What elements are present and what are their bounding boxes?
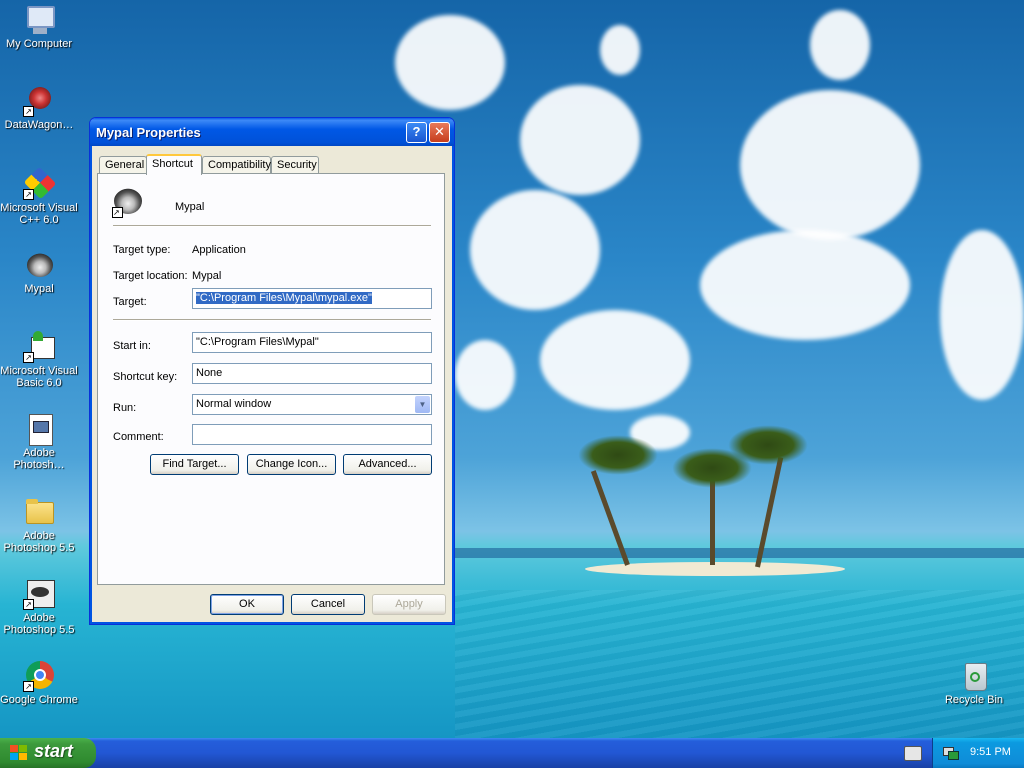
desktop-icon-label: Google Chrome — [0, 694, 78, 706]
visual-cpp-icon: ↗ — [23, 166, 57, 200]
start-label: start — [34, 741, 74, 761]
target-label: Target: — [113, 296, 147, 308]
target-type-label: Target type: — [113, 244, 171, 256]
desktop-icon-label: Adobe Photosh… — [13, 447, 65, 471]
desktop-icon-mypal[interactable]: Mypal — [0, 249, 79, 295]
cloud — [455, 340, 515, 410]
chevron-down-icon[interactable]: ▼ — [415, 396, 430, 413]
cloud — [520, 85, 640, 195]
palm-leaves — [578, 435, 658, 475]
target-location-value: Mypal — [192, 270, 222, 282]
separator — [113, 225, 431, 227]
desktop-icon-visual-cpp[interactable]: ↗ Microsoft Visual C++ 6.0 — [0, 166, 79, 226]
windows-logo-icon — [10, 745, 28, 761]
desktop-icon-label: Microsoft Visual Basic 6.0 — [0, 365, 78, 389]
shortcut-panel: ↗ Mypal Target type: Application Target … — [97, 173, 445, 585]
tab-general[interactable]: General — [99, 156, 147, 174]
tab-compatibility[interactable]: Compatibility — [202, 156, 271, 174]
desktop-icon-photoshop-folder[interactable]: Adobe Photoshop 5.5 — [0, 496, 79, 554]
shortcut-arrow-icon: ↗ — [23, 599, 34, 610]
cloud — [740, 90, 920, 240]
cloud — [810, 10, 870, 80]
desktop-icon-photoshop[interactable]: ↗ Adobe Photoshop 5.5 — [0, 578, 79, 636]
run-select-value: Normal window — [196, 398, 272, 410]
shortcut-arrow-icon: ↗ — [23, 106, 34, 117]
comment-field[interactable] — [192, 424, 432, 445]
title-bar[interactable]: Mypal Properties ? ✕ — [90, 118, 454, 146]
shortcut-key-field[interactable]: None — [192, 363, 432, 384]
target-field[interactable]: "C:\Program Files\Mypal\mypal.exe" — [192, 288, 432, 309]
desktop-icon-label: Microsoft Visual C++ 6.0 — [0, 202, 78, 226]
advanced-button[interactable]: Advanced... — [343, 454, 432, 475]
desktop-icon-label: Adobe Photoshop 5.5 — [3, 612, 75, 636]
shortcut-key-label: Shortcut key: — [113, 371, 178, 383]
tab-security[interactable]: Security — [271, 156, 319, 174]
shortcut-arrow-icon: ↗ — [23, 352, 34, 363]
run-select[interactable]: Normal window ▼ — [192, 394, 432, 415]
raccoon-icon: ↗ — [112, 186, 144, 218]
computer-icon — [23, 4, 55, 36]
datawagon-icon: ↗ — [23, 85, 55, 117]
cloud — [940, 230, 1024, 400]
raccoon-icon — [23, 249, 55, 281]
window-title: Mypal Properties — [96, 125, 201, 140]
ok-button[interactable]: OK — [210, 594, 284, 615]
desktop-icon-label: Mypal — [24, 283, 54, 295]
desktop-icon-my-computer[interactable]: My Computer — [0, 4, 79, 50]
network-icon[interactable] — [943, 745, 959, 760]
find-target-button[interactable]: Find Target... — [150, 454, 239, 475]
target-type-value: Application — [192, 244, 246, 256]
keyboard-icon[interactable] — [904, 746, 922, 761]
desktop: My Computer ↗ DataWagon… ↗ Microsoft Vis… — [0, 0, 1024, 738]
close-button[interactable]: ✕ — [429, 122, 450, 143]
desktop-icon-label: DataWagon… — [4, 119, 74, 131]
run-label: Run: — [113, 402, 137, 414]
target-value: "C:\Program Files\Mypal\mypal.exe" — [196, 292, 372, 304]
desktop-icon-label: Recycle Bin — [944, 694, 1004, 706]
tab-shortcut[interactable]: Shortcut — [146, 154, 202, 175]
visual-basic-icon: ↗ — [23, 331, 55, 363]
chrome-icon: ↗ — [23, 660, 55, 692]
shortcut-name: Mypal — [175, 201, 205, 213]
clock[interactable]: 9:51 PM — [970, 746, 1011, 758]
cancel-button[interactable]: Cancel — [291, 594, 365, 615]
folder-icon — [23, 496, 55, 528]
system-tray: 9:51 PM — [932, 738, 1024, 768]
horizon — [455, 548, 1024, 558]
desktop-icon-datawagon[interactable]: ↗ DataWagon… — [0, 85, 79, 131]
photoshop-eye-icon: ↗ — [23, 578, 55, 610]
desktop-icon-google-chrome[interactable]: ↗ Google Chrome — [0, 660, 79, 706]
target-location-label: Target location: — [113, 270, 188, 282]
cloud — [600, 25, 640, 75]
recycle-bin-icon — [958, 660, 990, 692]
cloud — [470, 190, 600, 310]
apply-button[interactable]: Apply — [372, 594, 446, 615]
start-in-field[interactable]: "C:\Program Files\Mypal" — [192, 332, 432, 353]
desktop-icon-visual-basic[interactable]: ↗ Microsoft Visual Basic 6.0 — [0, 331, 79, 389]
palm-leaves — [728, 425, 808, 465]
shortcut-arrow-icon: ↗ — [112, 207, 123, 218]
comment-label: Comment: — [113, 431, 164, 443]
desktop-icon-label: Adobe Photoshop 5.5 — [3, 530, 75, 554]
start-in-label: Start in: — [113, 340, 151, 352]
cloud — [540, 310, 690, 410]
help-button[interactable]: ? — [406, 122, 427, 143]
taskbar: start 9:51 PM — [0, 738, 1024, 768]
document-icon — [23, 413, 55, 446]
properties-window: Mypal Properties ? ✕ General Shortcut Co… — [89, 117, 455, 625]
desktop-icon-photoshop-doc[interactable]: Adobe Photosh… — [0, 413, 79, 471]
desktop-icon-recycle-bin[interactable]: Recycle Bin — [934, 660, 1014, 706]
shortcut-arrow-icon: ↗ — [23, 189, 34, 200]
start-button[interactable]: start — [0, 738, 96, 768]
cloud — [395, 15, 505, 110]
desktop-icon-label: My Computer — [5, 38, 73, 50]
cloud — [700, 230, 910, 340]
shortcut-arrow-icon: ↗ — [23, 681, 34, 692]
separator — [113, 319, 431, 321]
change-icon-button[interactable]: Change Icon... — [247, 454, 336, 475]
